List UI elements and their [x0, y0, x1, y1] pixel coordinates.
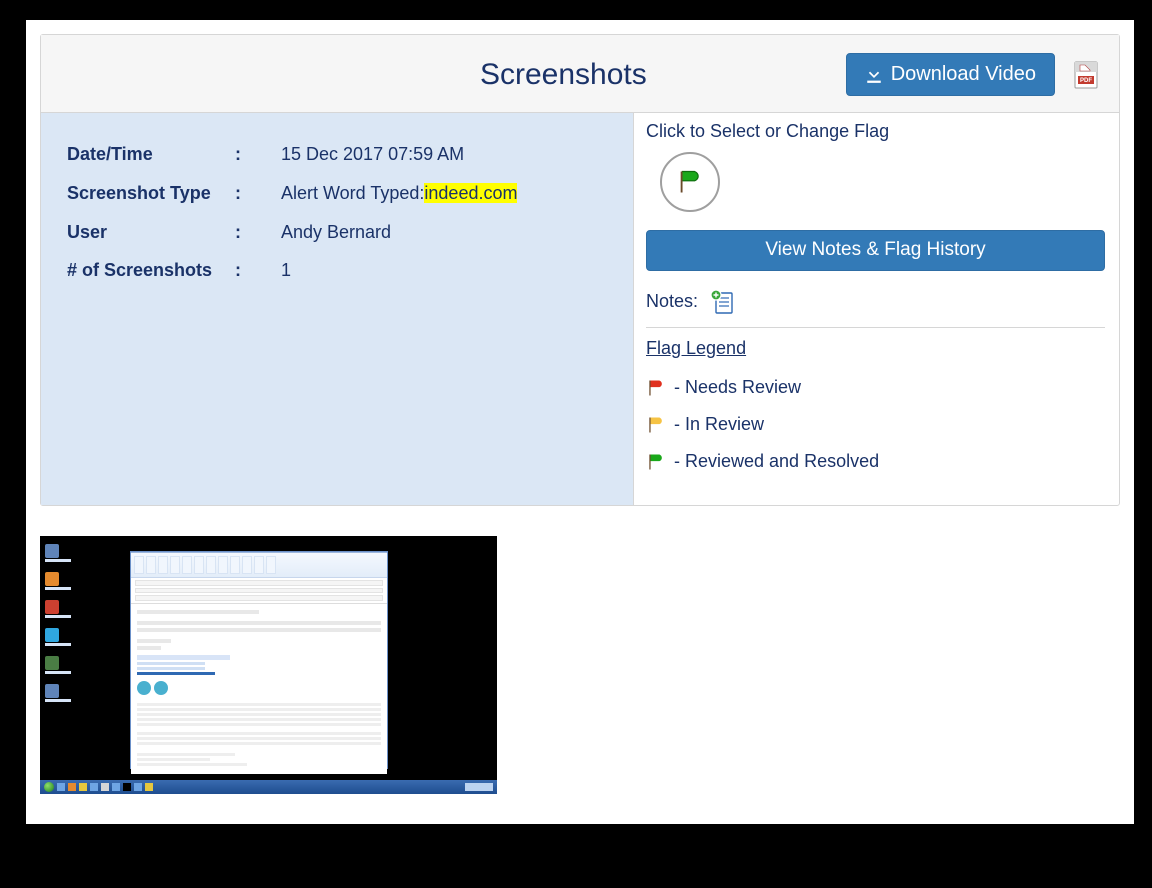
taskbar — [40, 780, 497, 794]
meta-value: Andy Bernard — [281, 218, 611, 247]
app-frame: Screenshots Download Video PDF — [26, 20, 1134, 824]
notes-row: Notes: — [646, 285, 1105, 328]
screenshot-thumbnail[interactable] — [40, 536, 497, 794]
svg-text:PDF: PDF — [1080, 78, 1092, 84]
thumbnails-area — [40, 536, 1120, 794]
flag-select-label: Click to Select or Change Flag — [646, 121, 1105, 142]
meta-label: User — [67, 218, 235, 247]
panel-header: Screenshots Download Video PDF — [41, 35, 1119, 113]
email-client-window — [130, 551, 388, 769]
download-icon — [865, 66, 883, 84]
view-notes-history-button[interactable]: View Notes & Flag History — [646, 230, 1105, 271]
meta-value: 1 — [281, 256, 611, 285]
download-video-button[interactable]: Download Video — [846, 53, 1055, 96]
alert-word-highlight: indeed.com — [424, 183, 517, 203]
meta-row-user: User : Andy Bernard — [67, 213, 611, 252]
panel-body: Date/Time : 15 Dec 2017 07:59 AM Screens… — [41, 113, 1119, 505]
legend-text: - Needs Review — [674, 377, 801, 398]
add-note-icon[interactable] — [710, 289, 734, 313]
meta-value: 15 Dec 2017 07:59 AM — [281, 140, 611, 169]
flag-yellow-icon — [646, 415, 666, 435]
flag-red-icon — [646, 378, 666, 398]
type-prefix: Alert Word Typed: — [281, 183, 424, 203]
meta-label: Date/Time — [67, 140, 235, 169]
flag-legend-title: Flag Legend — [646, 338, 1105, 359]
page-title: Screenshots — [61, 58, 846, 92]
legend-item-resolved: - Reviewed and Resolved — [646, 443, 1105, 480]
flag-green-icon — [646, 452, 666, 472]
legend-text: - In Review — [674, 414, 764, 435]
meta-row-type: Screenshot Type : Alert Word Typed:indee… — [67, 174, 611, 213]
metadata-pane: Date/Time : 15 Dec 2017 07:59 AM Screens… — [41, 113, 634, 505]
flag-pane: Click to Select or Change Flag View Note… — [634, 113, 1119, 505]
meta-label: Screenshot Type — [67, 179, 235, 208]
meta-value: Alert Word Typed:indeed.com — [281, 179, 611, 208]
flag-icon — [676, 168, 704, 196]
meta-label: # of Screenshots — [67, 256, 235, 285]
screenshots-panel: Screenshots Download Video PDF — [40, 34, 1120, 506]
meta-row-count: # of Screenshots : 1 — [67, 251, 611, 290]
meta-row-datetime: Date/Time : 15 Dec 2017 07:59 AM — [67, 135, 611, 174]
current-flag-button[interactable] — [660, 152, 720, 212]
download-video-label: Download Video — [891, 63, 1036, 86]
pdf-icon[interactable]: PDF — [1073, 60, 1099, 90]
notes-label: Notes: — [646, 291, 698, 312]
legend-item-in-review: - In Review — [646, 406, 1105, 443]
desktop-icons — [45, 544, 85, 702]
legend-text: - Reviewed and Resolved — [674, 451, 879, 472]
legend-item-needs-review: - Needs Review — [646, 369, 1105, 406]
